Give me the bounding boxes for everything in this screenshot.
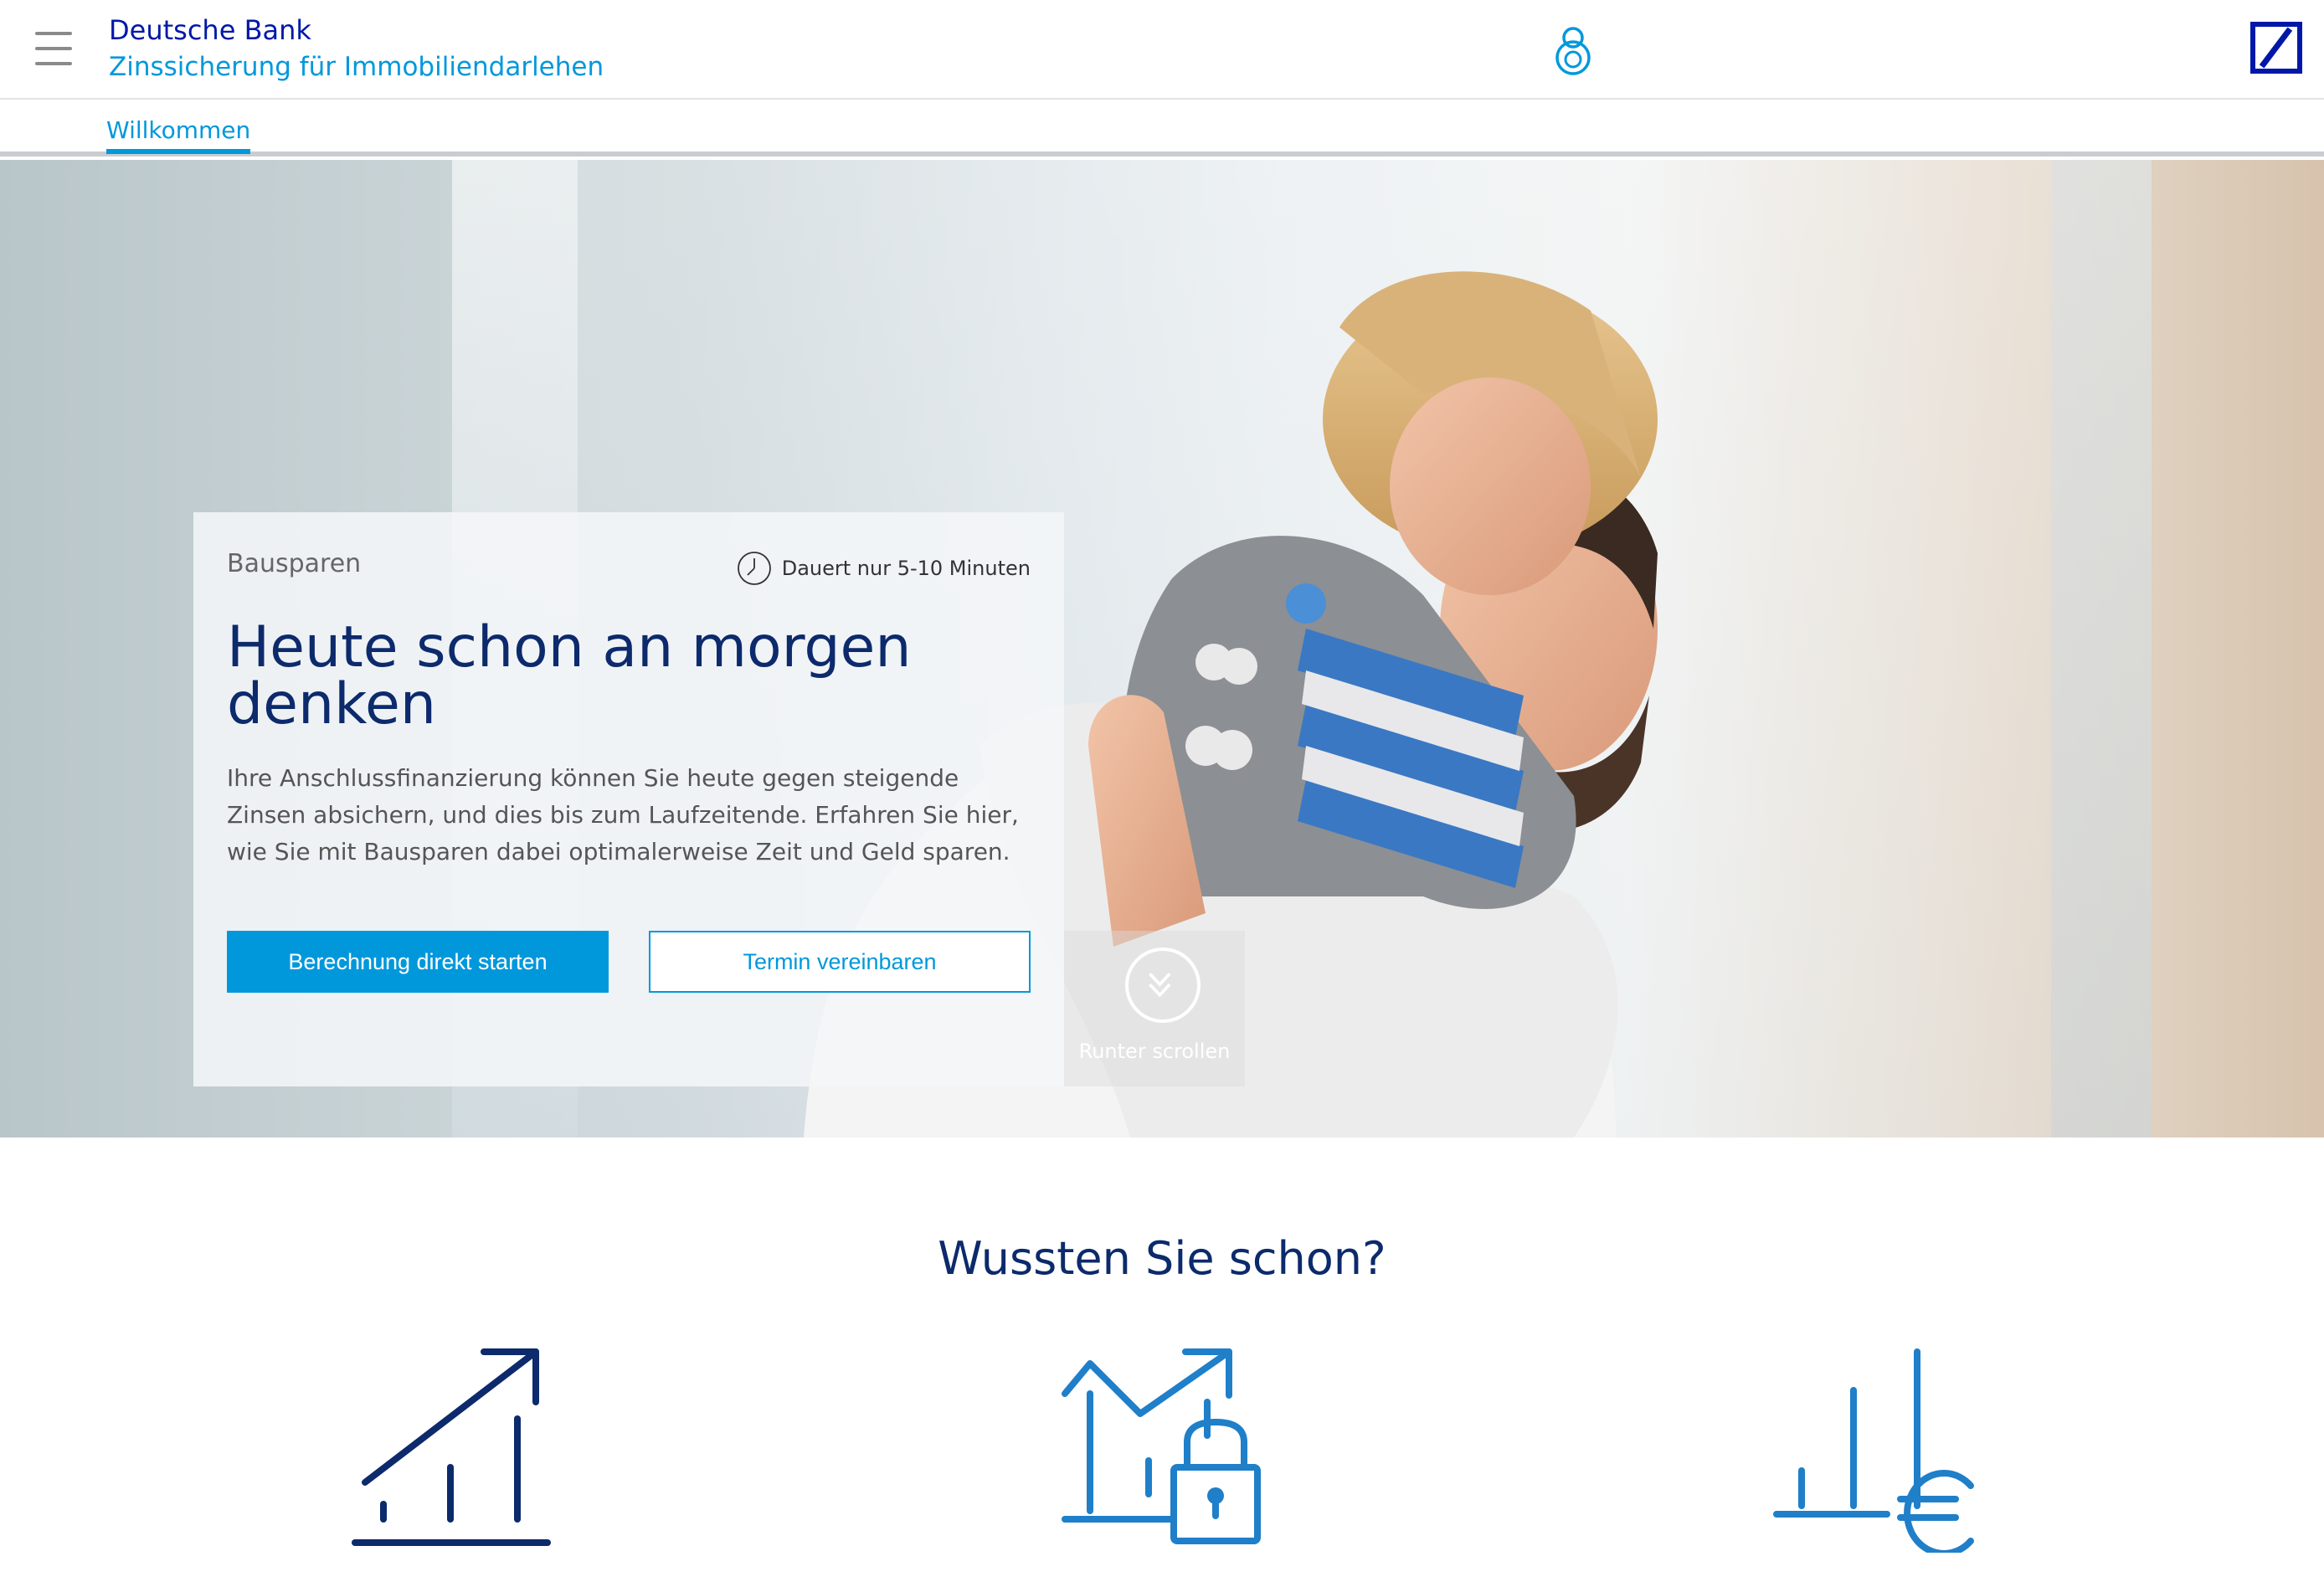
deutsche-bank-logo[interactable] xyxy=(2250,22,2302,74)
clock-icon xyxy=(737,552,771,585)
hero-title: Heute schon an morgen denken xyxy=(227,614,912,737)
user-icon[interactable] xyxy=(1549,23,1597,75)
chart-euro-icon xyxy=(1773,1348,1974,1553)
duration-info: Dauert nur 5-10 Minuten xyxy=(737,551,1031,586)
tab-bar: Willkommen xyxy=(0,101,2324,157)
hero-card: Bausparen Dauert nur 5-10 Minuten Heute … xyxy=(193,512,1064,1086)
chevron-down-icon xyxy=(1125,948,1201,1023)
growth-chart-icon xyxy=(352,1348,551,1546)
page-title: Zinssicherung für Immobiliendarlehen xyxy=(109,52,604,82)
chart-lock-icon xyxy=(1062,1348,1261,1544)
section-title: Wussten Sie schon? xyxy=(938,1232,1386,1285)
scroll-down-label: Runter scrollen xyxy=(1078,1040,1231,1063)
schedule-appointment-button[interactable]: Termin vereinbaren xyxy=(649,931,1031,993)
tab-willkommen[interactable]: Willkommen xyxy=(106,116,251,154)
duration-text: Dauert nur 5-10 Minuten xyxy=(781,557,1031,580)
hero-banner: Bausparen Dauert nur 5-10 Minuten Heute … xyxy=(0,160,2324,1138)
brand: Deutsche Bank Zinssicherung für Immobili… xyxy=(109,12,604,85)
brand-name: Deutsche Bank xyxy=(109,14,311,46)
hero-description: Ihre Anschlussfinanzierung können Sie he… xyxy=(227,764,1019,865)
hamburger-menu-icon[interactable] xyxy=(35,32,74,65)
product-label: Bausparen xyxy=(227,549,362,578)
app-header: Deutsche Bank Zinssicherung für Immobili… xyxy=(0,0,2324,100)
scroll-down-button[interactable]: Runter scrollen xyxy=(1064,931,1245,1086)
start-calculation-button[interactable]: Berechnung direkt starten xyxy=(227,931,609,993)
